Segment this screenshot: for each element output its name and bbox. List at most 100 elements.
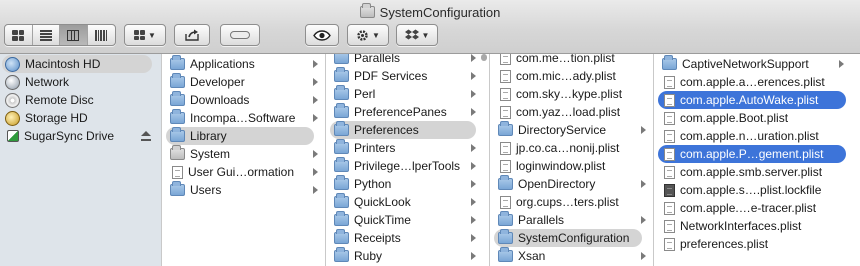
item-label: Users [190,183,222,197]
tag-button-inner[interactable] [221,25,259,45]
share-button-inner[interactable] [175,25,209,45]
arrange-button-inner[interactable]: ▼ [125,25,165,45]
list-item[interactable]: DirectoryService [494,121,650,139]
disclosure-arrow-icon [471,180,476,188]
list-item[interactable]: QuickTime [330,211,480,229]
quicklook-button[interactable] [305,24,339,46]
list-item[interactable]: loginwindow.plist [494,157,650,175]
list-item-selected[interactable]: SystemConfiguration [494,229,642,247]
sidebar-item-label: Storage HD [25,111,88,125]
list-item[interactable]: Applications [166,55,322,73]
list-item[interactable]: Receipts [330,229,480,247]
arrange-menu-button[interactable]: ▼ [124,24,166,46]
sidebar-item-network[interactable]: Network [2,73,152,91]
list-item-selected[interactable]: com.apple.P…gement.plist [658,145,846,163]
list-item[interactable]: Printers [330,139,480,157]
column-view-button[interactable] [60,25,88,45]
folder-icon [334,103,349,118]
share-button[interactable] [174,24,210,46]
list-item[interactable]: User Gui…ormation [166,163,322,181]
list-item[interactable]: NetworkInterfaces.plist [658,217,848,235]
list-item[interactable]: Incompa…Software [166,109,322,127]
item-label: Parallels [518,213,565,227]
plist-file-icon [500,87,511,101]
list-item[interactable]: com.apple.Boot.plist [658,109,848,127]
list-item[interactable]: com.apple.…e-tracer.plist [658,199,848,217]
quicklook-button-inner[interactable] [306,25,338,45]
disclosure-arrow-icon [471,162,476,170]
list-item[interactable]: com.mic…ady.plist [494,67,650,85]
disclosure-arrow-icon [313,114,318,122]
view-mode-control [4,24,116,46]
list-item[interactable]: Developer [166,73,322,91]
item-label: System [190,147,231,161]
disclosure-arrow-icon [471,90,476,98]
list-item[interactable]: Ruby [330,247,480,265]
item-label: Developer [190,75,245,89]
disclosure-arrow-icon [471,72,476,80]
sidebar-item-sugarsync-drive[interactable]: SugarSync Drive [2,127,157,145]
item-label: Preferences [354,123,419,137]
icon-view-button[interactable] [5,25,33,45]
list-item[interactable]: com.apple.smb.server.plist [658,163,848,181]
list-item[interactable]: PreferencePanes [330,103,480,121]
plist-file-icon [664,201,675,215]
list-item[interactable]: Privilege…lperTools [330,157,480,175]
list-item[interactable]: Users [166,181,322,199]
sidebar-item-storage-hd[interactable]: Storage HD [2,109,152,127]
list-item[interactable]: com.sky…kype.plist [494,85,650,103]
folder-icon [498,247,513,262]
list-item[interactable]: CaptiveNetworkSupport [658,55,848,73]
storage-drive-icon [5,110,20,126]
dropbox-button-inner[interactable]: ▼ [397,25,437,45]
list-item[interactable]: QuickLook [330,193,480,211]
list-item[interactable]: Xsan [494,247,650,265]
eject-icon[interactable] [141,131,151,141]
finder-window: SystemConfiguration ▼ ▼ ▼ Macintosh HD N… [0,0,860,266]
arrange-grid-icon [134,30,146,40]
disclosure-arrow-icon [313,186,318,194]
list-item[interactable]: Parallels [494,211,650,229]
list-item[interactable]: System [166,145,322,163]
dropbox-menu-button[interactable]: ▼ [396,24,438,46]
list-item[interactable]: com.me…tion.plist [494,54,650,67]
tag-button[interactable] [220,24,260,46]
list-item[interactable]: Python [330,175,480,193]
item-label: com.apple.…e-tracer.plist [680,201,817,215]
list-item[interactable]: OpenDirectory [494,175,650,193]
list-item[interactable]: preferences.plist [658,235,848,253]
list-item[interactable]: jp.co.ca…nonij.plist [494,139,650,157]
list-view-button[interactable] [33,25,60,45]
disclosure-arrow-icon [471,234,476,242]
coverflow-view-button[interactable] [88,25,115,45]
item-label: PreferencePanes [354,105,447,119]
folder-icon [498,121,513,136]
list-item[interactable]: com.apple.n…uration.plist [658,127,848,145]
action-menu-button[interactable]: ▼ [347,24,389,46]
item-label: com.apple.Boot.plist [680,111,789,125]
item-label: com.me…tion.plist [516,54,615,65]
column-view-icon [67,29,80,41]
plist-file-icon [500,195,511,209]
list-item[interactable]: Downloads [166,91,322,109]
sidebar: Macintosh HD Network Remote Disc Storage… [0,54,162,266]
item-label: jp.co.ca…nonij.plist [516,141,620,155]
scrollbar[interactable] [481,54,487,61]
item-label: Python [354,177,392,191]
list-item-selected[interactable]: com.apple.AutoWake.plist [658,91,846,109]
folder-icon [498,211,513,226]
chevron-down-icon: ▼ [372,30,380,40]
list-item[interactable]: Parallels [330,54,480,67]
list-item[interactable]: com.yaz…load.plist [494,103,650,121]
folder-icon [334,121,349,136]
action-button-inner[interactable]: ▼ [348,25,388,45]
list-item[interactable]: com.apple.a…erences.plist [658,73,848,91]
sidebar-item-remote-disc[interactable]: Remote Disc [2,91,152,109]
list-item[interactable]: PDF Services [330,67,480,85]
list-item-selected[interactable]: Preferences [330,121,476,139]
list-item[interactable]: org.cups…ters.plist [494,193,650,211]
list-item-selected[interactable]: Library [166,127,314,145]
list-item[interactable]: com.apple.s….plist.lockfile [658,181,848,199]
sidebar-item-macintosh-hd[interactable]: Macintosh HD [2,55,152,73]
list-item[interactable]: Perl [330,85,480,103]
